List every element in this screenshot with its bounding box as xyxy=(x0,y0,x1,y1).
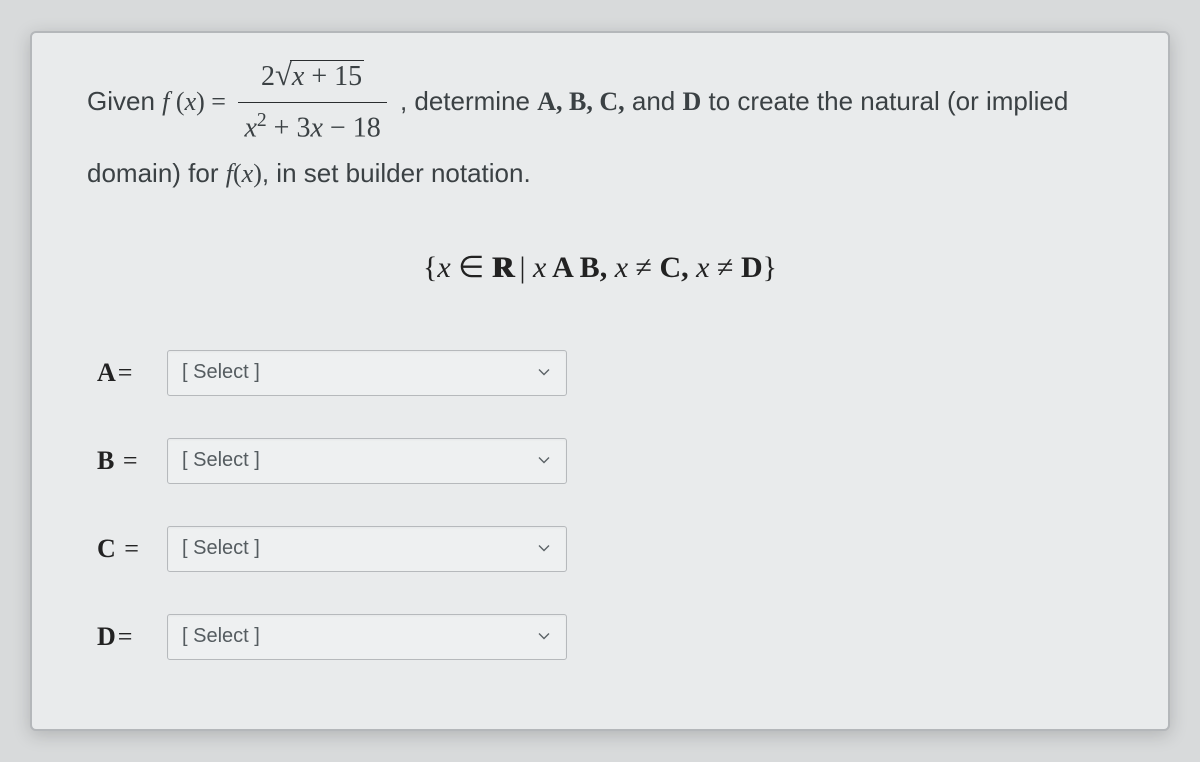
var-d: D xyxy=(682,87,701,116)
sb-x2: x xyxy=(533,251,546,284)
select-wrap-b: [ Select ] xyxy=(167,438,567,484)
set-builder-notation: {x ∈ R | x A B, x ≠ C, x ≠ D} xyxy=(87,250,1113,285)
vars-abc: A, B, C, xyxy=(537,87,624,116)
select-wrap-c: [ Select ] xyxy=(167,526,567,572)
select-a[interactable]: [ Select ] xyxy=(167,350,567,396)
label-a: A= xyxy=(97,358,167,388)
math-fx-equals: f (x) = xyxy=(162,87,232,116)
text-and: and xyxy=(632,86,683,116)
sb-neq2: ≠ xyxy=(710,251,741,284)
select-wrap-a: [ Select ] xyxy=(167,350,567,396)
select-c[interactable]: [ Select ] xyxy=(167,526,567,572)
brace-open: { xyxy=(423,251,437,284)
text-tail: , in set builder notation. xyxy=(262,158,531,188)
answer-row-b: B = [ Select ] xyxy=(97,438,1113,484)
answer-row-d: D= [ Select ] xyxy=(97,614,1113,660)
label-b: B = xyxy=(97,446,167,476)
text-given: Given xyxy=(87,86,162,116)
brace-close: } xyxy=(763,251,777,284)
select-wrap-d: [ Select ] xyxy=(167,614,567,660)
select-c-placeholder: [ Select ] xyxy=(182,537,260,560)
sb-c: C, xyxy=(660,251,697,284)
chevron-down-icon xyxy=(538,454,552,468)
sb-bar: | xyxy=(512,251,533,284)
math-fraction: 2√x + 15 x2 + 3x − 18 xyxy=(238,51,386,151)
question-card: Given f (x) = 2√x + 15 x2 + 3x − 18 , de… xyxy=(30,31,1170,731)
text-determine: , determine xyxy=(400,86,537,116)
select-d-placeholder: [ Select ] xyxy=(182,625,260,648)
sb-x1: x xyxy=(437,251,450,284)
sb-x4: x xyxy=(696,251,709,284)
select-d[interactable]: [ Select ] xyxy=(167,614,567,660)
sb-x3: x xyxy=(615,251,628,284)
sb-ab: A B, xyxy=(546,251,614,284)
label-d: D= xyxy=(97,622,167,652)
sb-elem: ∈ xyxy=(451,251,492,284)
frac-num-coeff: 2 xyxy=(261,61,275,92)
answer-row-c: C = [ Select ] xyxy=(97,526,1113,572)
select-a-placeholder: [ Select ] xyxy=(182,361,260,384)
sb-d: D xyxy=(741,251,763,284)
math-fx-ref: f(x) xyxy=(226,159,262,188)
chevron-down-icon xyxy=(538,366,552,380)
chevron-down-icon xyxy=(538,630,552,644)
label-c: C = xyxy=(97,534,167,564)
chevron-down-icon xyxy=(538,542,552,556)
answer-row-a: A= [ Select ] xyxy=(97,350,1113,396)
select-b[interactable]: [ Select ] xyxy=(167,438,567,484)
question-prompt: Given f (x) = 2√x + 15 x2 + 3x − 18 , de… xyxy=(87,53,1113,195)
sb-reals: R xyxy=(492,251,512,285)
select-b-placeholder: [ Select ] xyxy=(182,449,260,472)
sb-neq1: ≠ xyxy=(628,251,659,284)
answer-grid: A= [ Select ] B = [ Select ] xyxy=(87,350,1113,660)
